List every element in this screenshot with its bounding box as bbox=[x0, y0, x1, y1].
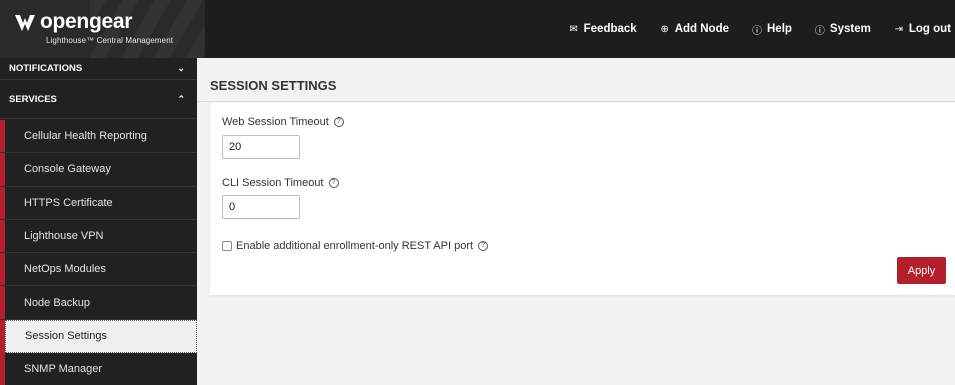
brand-logo[interactable]: opengear Lighthouse™ Central Management bbox=[0, 0, 205, 58]
top-header: opengear Lighthouse™ Central Management … bbox=[0, 0, 955, 58]
top-navigation: ✉ Feedback ⊕ Add Node ⓘ Help ⓘ System ⇥ … bbox=[568, 0, 955, 58]
help-link[interactable]: ⓘ Help bbox=[751, 22, 792, 37]
chevron-up-icon: ⌃ bbox=[177, 94, 185, 104]
add-node-link[interactable]: ⊕ Add Node bbox=[659, 23, 729, 35]
add-node-label: Add Node bbox=[674, 23, 729, 35]
envelope-icon: ✉ bbox=[569, 23, 578, 35]
sidebar-section-label: SERVICES bbox=[9, 94, 57, 105]
cli-session-timeout-input[interactable] bbox=[222, 195, 300, 219]
rest-api-port-row: Enable additional enrollment-only REST A… bbox=[222, 240, 489, 252]
web-session-timeout-input[interactable] bbox=[222, 135, 300, 159]
sidebar-item-snmp-manager[interactable]: SNMP Manager bbox=[0, 353, 197, 385]
opengear-logo-icon bbox=[15, 15, 35, 31]
sidebar-item-netops-modules[interactable]: NetOps Modules bbox=[0, 253, 197, 287]
brand-name: opengear bbox=[40, 10, 133, 33]
sidebar-item-lighthouse-vpn[interactable]: Lighthouse VPN bbox=[0, 220, 197, 254]
plus-circle-icon: ⊕ bbox=[660, 23, 669, 35]
sidebar-item-https-certificate[interactable]: HTTPS Certificate bbox=[0, 187, 197, 220]
apply-button[interactable]: Apply bbox=[897, 257, 946, 284]
help-circle-icon: ⓘ bbox=[752, 25, 762, 37]
sidebar-section-services[interactable]: SERVICES ⌃ bbox=[0, 81, 197, 119]
logout-link[interactable]: ⇥ Log out bbox=[893, 23, 951, 35]
feedback-link[interactable]: ✉ Feedback bbox=[568, 23, 637, 35]
rest-api-port-label: Enable additional enrollment-only REST A… bbox=[236, 240, 474, 252]
help-label: Help bbox=[767, 23, 792, 35]
rest-api-port-checkbox[interactable] bbox=[222, 241, 232, 251]
services-menu: Cellular Health Reporting Console Gatewa… bbox=[0, 120, 197, 385]
sidebar-section-notifications[interactable]: NOTIFICATIONS ⌄ bbox=[0, 58, 197, 80]
logout-label: Log out bbox=[908, 23, 951, 35]
title-divider bbox=[197, 101, 955, 102]
web-session-timeout-label-row: Web Session Timeout ? bbox=[222, 116, 344, 128]
help-icon[interactable]: ? bbox=[328, 178, 339, 188]
help-icon[interactable]: ? bbox=[333, 117, 344, 127]
sidebar: NOTIFICATIONS ⌄ SERVICES ⌃ Cellular Heal… bbox=[0, 58, 197, 385]
settings-card: Web Session Timeout ? CLI Session Timeou… bbox=[210, 103, 955, 295]
help-icon[interactable]: ? bbox=[478, 241, 489, 251]
sidebar-item-session-settings[interactable]: Session Settings bbox=[5, 319, 197, 354]
web-session-timeout-label: Web Session Timeout bbox=[222, 116, 329, 128]
feedback-label: Feedback bbox=[583, 23, 637, 35]
cli-session-timeout-label-row: CLI Session Timeout ? bbox=[222, 177, 339, 189]
sidebar-item-node-backup[interactable]: Node Backup bbox=[0, 286, 197, 320]
system-label: System bbox=[829, 23, 871, 35]
logout-icon: ⇥ bbox=[894, 23, 904, 35]
page-title: SESSION SETTINGS bbox=[210, 77, 337, 93]
chevron-down-icon: ⌄ bbox=[177, 63, 185, 73]
info-circle-icon: ⓘ bbox=[814, 25, 825, 37]
sidebar-item-cellular-health-reporting[interactable]: Cellular Health Reporting bbox=[0, 120, 197, 154]
sidebar-section-label: NOTIFICATIONS bbox=[9, 63, 83, 74]
brand-subtitle: Lighthouse™ Central Management bbox=[46, 36, 174, 45]
system-link[interactable]: ⓘ System bbox=[814, 22, 871, 37]
cli-session-timeout-label: CLI Session Timeout bbox=[222, 177, 324, 189]
sidebar-item-console-gateway[interactable]: Console Gateway bbox=[0, 153, 197, 187]
